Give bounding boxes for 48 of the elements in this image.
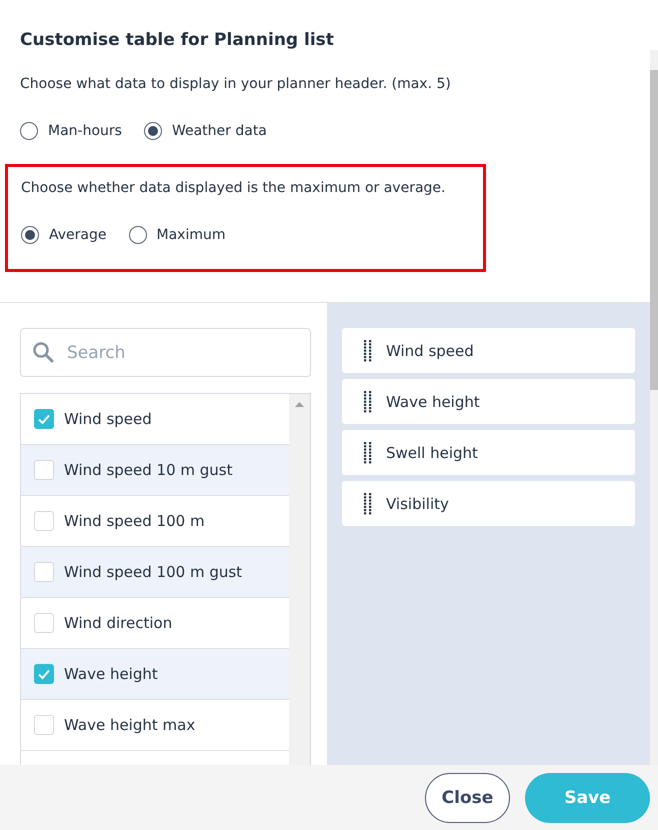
list-item[interactable]: Wind speed 10 m gust [21,445,289,496]
prompt-text: Choose whether data displayed is the maximum or average. [21,180,446,196]
item-label: Wind speed 10 m gust [64,461,233,479]
column-card[interactable]: Wind speed [342,328,635,373]
column-card[interactable]: Visibility [342,481,635,526]
checkbox[interactable] [34,511,54,531]
radio-option[interactable]: Average [21,226,106,244]
checkbox[interactable] [34,460,54,480]
checkbox[interactable] [34,664,54,684]
drag-handle-icon[interactable] [364,390,372,412]
item-label: Wave height [64,665,158,683]
item-label: Wind speed 100 m [64,512,205,530]
drag-handle-icon[interactable] [364,492,372,514]
dialog-title: Customise table for Planning list [19,29,335,50]
radio-option[interactable]: Weather data [144,122,267,140]
list-item[interactable]: Wave height [21,649,289,700]
item-label: Wind speed 100 m gust [64,563,242,581]
column-label: Wind speed [386,342,474,360]
close-button[interactable]: Close [425,772,510,822]
checkbox[interactable] [34,613,54,633]
scroll-up-icon[interactable] [295,402,304,407]
drag-handle-icon[interactable] [364,340,372,362]
radio-icon [21,226,39,244]
list-item[interactable]: Wind speed 100 m gust [21,547,289,598]
list-item[interactable]: Wave height max [21,700,289,751]
checkbox[interactable] [34,715,54,735]
drag-handle-icon[interactable] [364,442,372,464]
column-card[interactable]: Swell height [342,430,635,475]
checkbox[interactable] [34,562,54,582]
column-card[interactable]: Wave height [342,379,635,424]
check-icon [37,667,51,681]
column-label: Swell height [386,444,478,462]
radio-icon [144,122,162,140]
radio-option[interactable]: Maximum [128,226,226,244]
radio-icon [20,122,38,140]
search-icon [32,341,54,363]
checkbox[interactable] [34,409,54,429]
item-label: Wind direction [64,614,172,632]
item-label: Wind speed [64,410,152,428]
radio-icon [128,226,146,244]
item-label: Wave height max [64,716,196,734]
column-label: Visibility [386,494,449,512]
search-field[interactable]: Search [20,328,311,377]
scrollbar-thumb[interactable] [650,70,658,390]
radio-option[interactable]: Man-hours [20,122,122,140]
check-icon [37,412,51,426]
column-label: Wave height [386,392,480,410]
prompt-text: Choose what data to display in your planner header. (max. 5) [20,76,452,92]
